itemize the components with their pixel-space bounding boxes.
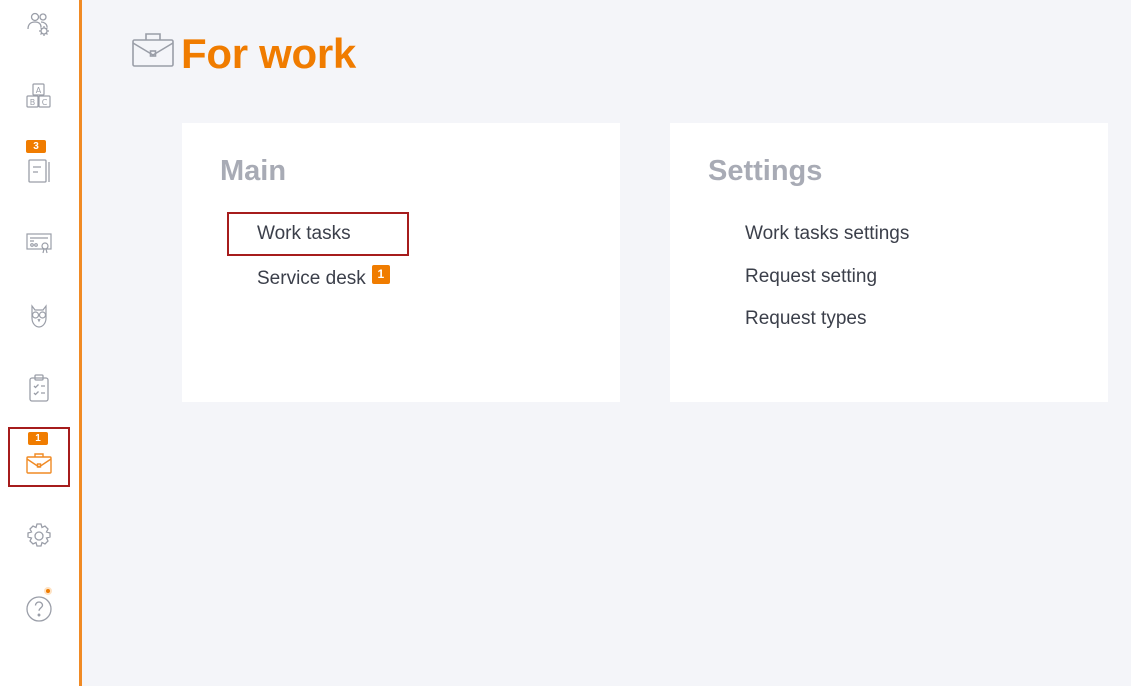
sidebar-item-owl[interactable] bbox=[8, 286, 70, 346]
sidebar-item-abc[interactable]: A B C bbox=[8, 66, 70, 126]
help-notification-dot bbox=[44, 587, 52, 595]
briefcase-icon bbox=[24, 450, 54, 476]
settings-card-heading: Settings bbox=[708, 155, 823, 187]
sidebar-item-help[interactable] bbox=[8, 578, 70, 638]
journal-icon bbox=[24, 154, 54, 186]
sidebar: A B C 3 1 bbox=[0, 0, 82, 686]
service-desk-link[interactable]: Service desk 1 bbox=[257, 265, 390, 290]
abc-blocks-icon: A B C bbox=[24, 81, 54, 111]
work-tasks-link[interactable]: Work tasks bbox=[257, 223, 351, 245]
svg-text:A: A bbox=[36, 86, 42, 95]
briefcase-icon bbox=[131, 30, 175, 73]
sidebar-item-users[interactable] bbox=[8, 0, 70, 54]
svg-text:C: C bbox=[42, 98, 48, 107]
request-types-link[interactable]: Request types bbox=[745, 308, 866, 330]
request-setting-link[interactable]: Request setting bbox=[745, 266, 877, 288]
main-card-heading: Main bbox=[220, 155, 287, 187]
users-gear-icon bbox=[24, 9, 54, 39]
service-desk-count-badge: 1 bbox=[371, 265, 390, 284]
clipboard-check-icon bbox=[24, 372, 54, 404]
svg-text:B: B bbox=[30, 98, 36, 107]
journal-count-badge: 3 bbox=[26, 140, 46, 153]
sidebar-item-for-work[interactable]: 1 bbox=[8, 427, 70, 487]
gear-icon bbox=[24, 521, 54, 551]
sidebar-item-journal[interactable]: 3 bbox=[8, 140, 70, 200]
question-circle-icon bbox=[24, 593, 54, 623]
sidebar-item-checklist[interactable] bbox=[8, 358, 70, 418]
owl-icon bbox=[24, 301, 54, 331]
work-tasks-settings-link[interactable]: Work tasks settings bbox=[745, 223, 909, 245]
page-title: For work bbox=[181, 30, 356, 77]
service-desk-label: Service desk bbox=[257, 268, 366, 289]
main-card: Main Work tasks Service desk 1 bbox=[182, 123, 620, 402]
sidebar-item-settings[interactable] bbox=[8, 506, 70, 566]
settings-card: Settings Work tasks settings Request set… bbox=[670, 123, 1108, 402]
for-work-count-badge: 1 bbox=[28, 432, 48, 445]
certificate-icon bbox=[24, 227, 54, 257]
sidebar-item-certificates[interactable] bbox=[8, 212, 70, 272]
